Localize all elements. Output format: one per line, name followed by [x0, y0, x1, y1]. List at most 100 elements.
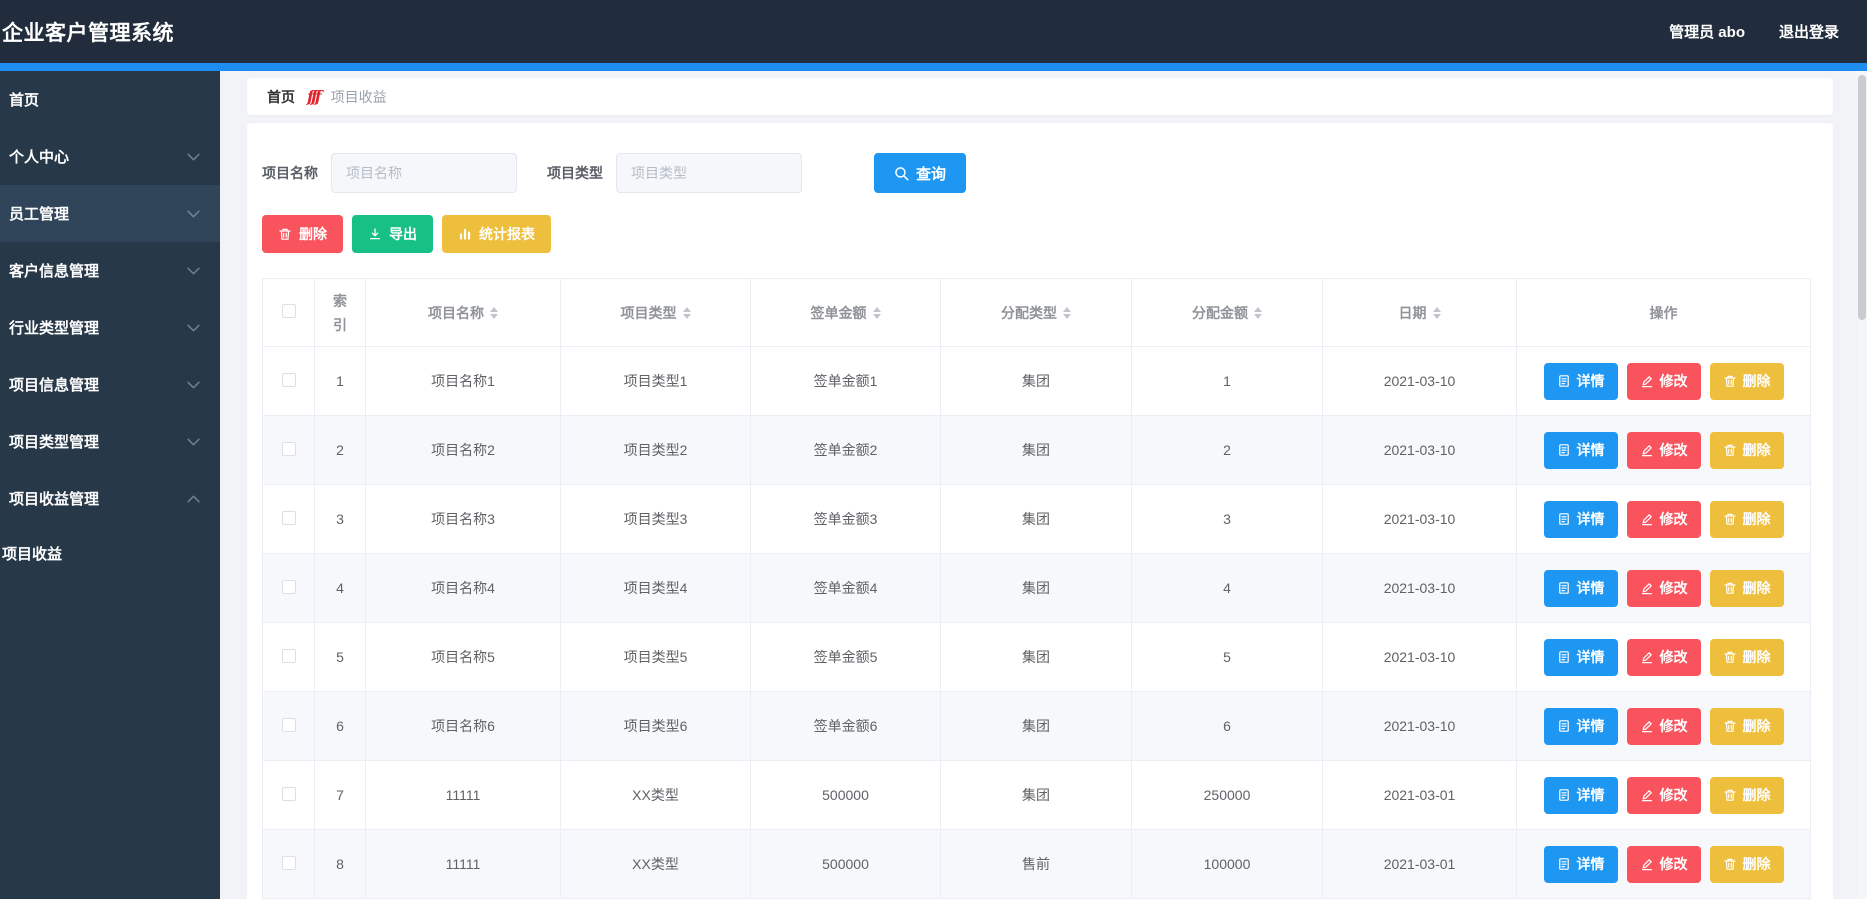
row-checkbox[interactable] [281, 786, 296, 801]
export-button[interactable]: 导出 [352, 215, 433, 253]
detail-button[interactable]: 详情 [1543, 362, 1618, 400]
sidebar-item-行业类型管理[interactable]: 行业类型管理 [0, 299, 220, 356]
sort-asc-icon[interactable] [872, 306, 881, 312]
row-actions: 详情 修改 删除 [1521, 707, 1806, 745]
delete-button[interactable]: 删除 [1709, 569, 1784, 607]
row-select-cell [262, 760, 315, 830]
sidebar-item-员工管理[interactable]: 员工管理 [0, 185, 220, 242]
sort-desc-icon[interactable] [490, 313, 498, 319]
detail-button[interactable]: 详情 [1543, 707, 1618, 745]
page-scrollbar-thumb[interactable] [1858, 75, 1866, 320]
sort-icon[interactable] [490, 306, 498, 319]
delete-button[interactable]: 删除 [1709, 362, 1784, 400]
column-header-分配金额[interactable]: 分配金额 [1131, 278, 1323, 347]
edit-button[interactable]: 修改 [1626, 638, 1701, 676]
sidebar-item-label: 客户信息管理 [9, 263, 100, 280]
delete-button-label: 删除 [1742, 856, 1771, 872]
current-user[interactable]: 管理员 abo [1669, 21, 1745, 42]
breadcrumb-home[interactable]: 首页 [267, 87, 295, 107]
breadcrumb-current: 项目收益 [330, 88, 387, 105]
delete-button[interactable]: 删除 [1709, 776, 1784, 814]
edit-button[interactable]: 修改 [1626, 707, 1701, 745]
detail-button[interactable]: 详情 [1543, 638, 1618, 676]
edit-button-label: 修改 [1659, 649, 1688, 665]
project-name-label: 项目名称 [262, 165, 318, 181]
sidebar-item-项目类型管理[interactable]: 项目类型管理 [0, 413, 220, 470]
trash-icon [278, 227, 292, 241]
edit-button[interactable]: 修改 [1626, 362, 1701, 400]
cell-date: 2021-03-10 [1322, 691, 1517, 761]
sort-desc-icon[interactable] [872, 313, 881, 319]
row-checkbox[interactable] [281, 579, 296, 594]
delete-button[interactable]: 删除 [1709, 845, 1784, 883]
sort-asc-icon[interactable] [682, 306, 691, 312]
column-header-项目名称[interactable]: 项目名称 [365, 278, 561, 347]
sidebar-subitem-项目收益[interactable]: 项目收益 [0, 527, 220, 579]
sidebar-item-首页[interactable]: 首页 [0, 71, 220, 128]
delete-button[interactable]: 删除 [1709, 638, 1784, 676]
row-checkbox[interactable] [281, 510, 296, 525]
search-button[interactable]: 查询 [874, 153, 967, 193]
sort-desc-icon[interactable] [1432, 313, 1441, 319]
project-name-input[interactable] [331, 153, 517, 193]
edit-button[interactable]: 修改 [1626, 845, 1701, 883]
sort-icon[interactable] [682, 306, 691, 319]
sort-desc-icon[interactable] [682, 313, 691, 319]
logout-button[interactable]: 退出登录 [1779, 21, 1839, 42]
row-checkbox[interactable] [281, 717, 296, 732]
detail-button-label: 详情 [1576, 856, 1605, 872]
delete-button[interactable]: 删除 [1709, 431, 1784, 469]
column-header-日期[interactable]: 日期 [1322, 278, 1517, 347]
sort-icon[interactable] [1432, 306, 1441, 319]
delete-button[interactable]: 删除 [1709, 707, 1784, 745]
sort-asc-icon[interactable] [1432, 306, 1441, 312]
edit-button[interactable]: 修改 [1626, 569, 1701, 607]
sort-asc-icon[interactable] [1063, 306, 1071, 312]
sidebar-item-个人中心[interactable]: 个人中心 [0, 128, 220, 185]
detail-button[interactable]: 详情 [1543, 845, 1618, 883]
sidebar-item-项目收益管理[interactable]: 项目收益管理 [0, 470, 220, 527]
table-body: 1 项目名称1 项目类型1 签单金额1 集团 1 2021-03-10 详情 修改 删除 2 项目名称… [262, 346, 1811, 899]
table-row: 4 项目名称4 项目类型4 签单金额4 集团 4 2021-03-10 详情 修改 删除 [262, 553, 1811, 623]
report-button[interactable]: 统计报表 [442, 215, 551, 253]
sort-desc-icon[interactable] [1063, 313, 1071, 319]
sort-icon[interactable] [1254, 306, 1262, 319]
select-all-checkbox[interactable] [281, 303, 296, 318]
row-checkbox[interactable] [281, 372, 296, 387]
sort-desc-icon[interactable] [1254, 313, 1262, 319]
detail-button-label: 详情 [1576, 649, 1605, 665]
row-checkbox[interactable] [281, 855, 296, 870]
edit-button[interactable]: 修改 [1626, 500, 1701, 538]
sort-asc-icon[interactable] [1254, 306, 1262, 312]
edit-button[interactable]: 修改 [1626, 431, 1701, 469]
column-header-项目类型[interactable]: 项目类型 [560, 278, 751, 347]
row-actions-cell: 详情 修改 删除 [1516, 346, 1811, 416]
sort-icon[interactable] [1063, 306, 1071, 319]
delete-button[interactable]: 删除 [262, 215, 343, 253]
cell-index: 4 [314, 553, 366, 623]
delete-button-label: 删除 [1742, 718, 1771, 734]
table-row: 8 11111 XX类型 500000 售前 100000 2021-03-01 详情 修改 删除 [262, 829, 1811, 899]
column-header-label: 分配金额 [1192, 304, 1248, 321]
edit-button[interactable]: 修改 [1626, 776, 1701, 814]
column-header-label: 索引 [333, 292, 347, 333]
sidebar-item-项目信息管理[interactable]: 项目信息管理 [0, 356, 220, 413]
detail-button[interactable]: 详情 [1543, 431, 1618, 469]
sidebar-item-客户信息管理[interactable]: 客户信息管理 [0, 242, 220, 299]
detail-button[interactable]: 详情 [1543, 500, 1618, 538]
edit-button-label: 修改 [1659, 856, 1688, 872]
row-checkbox[interactable] [281, 648, 296, 663]
detail-button[interactable]: 详情 [1543, 569, 1618, 607]
column-header-分配类型[interactable]: 分配类型 [940, 278, 1132, 347]
delete-button[interactable]: 删除 [1709, 500, 1784, 538]
project-type-input[interactable] [616, 153, 802, 193]
sort-icon[interactable] [872, 306, 881, 319]
column-header-签单金额[interactable]: 签单金额 [750, 278, 941, 347]
trash-icon [1723, 788, 1737, 802]
sort-asc-icon[interactable] [490, 306, 498, 312]
edit-button-label: 修改 [1659, 787, 1688, 803]
detail-button[interactable]: 详情 [1543, 776, 1618, 814]
chevron-up-icon [187, 495, 200, 503]
row-checkbox[interactable] [281, 441, 296, 456]
page-scrollbar-track[interactable] [1857, 71, 1867, 899]
